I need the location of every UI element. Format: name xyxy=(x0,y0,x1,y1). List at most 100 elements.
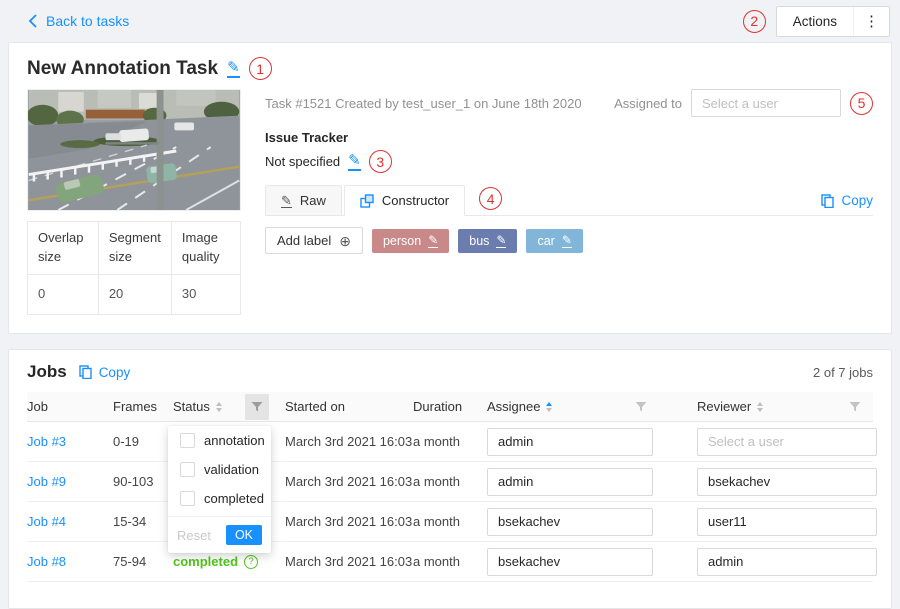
issue-tracker-label: Issue Tracker xyxy=(265,130,873,145)
task-preview-image xyxy=(27,89,241,211)
jobs-count: 2 of 7 jobs xyxy=(813,365,873,380)
assignee-filter-icon[interactable] xyxy=(629,394,653,420)
callout-1: 1 xyxy=(249,57,272,80)
job-9-duration: a month xyxy=(413,474,487,489)
task-title: New Annotation Task xyxy=(27,58,218,80)
job-3-link[interactable]: Job #3 xyxy=(27,434,113,449)
edit-issue-tracker-icon[interactable]: ✎ xyxy=(348,153,361,171)
job-9-link[interactable]: Job #9 xyxy=(27,474,113,489)
task-meta-text: Task #1521 Created by test_user_1 on Jun… xyxy=(265,96,582,111)
label-car-name: car xyxy=(537,234,554,248)
param-header-overlap: Overlap size xyxy=(28,222,99,275)
task-details-card: New Annotation Task ✎ 1 xyxy=(8,42,892,334)
param-value-segment: 20 xyxy=(98,274,171,314)
job-3-assignee-input[interactable] xyxy=(487,428,653,456)
copy-jobs-link[interactable]: Copy xyxy=(79,365,131,380)
filter-option-completed[interactable]: completed xyxy=(168,484,271,513)
filter-option-completed-label: completed xyxy=(204,491,264,506)
tab-constructor[interactable]: Constructor xyxy=(344,185,465,216)
back-to-tasks-link[interactable]: Back to tasks xyxy=(28,13,129,29)
job-3-started: March 3rd 2021 16:03 xyxy=(285,434,413,449)
param-header-quality: Image quality xyxy=(171,222,240,275)
checkbox-validation[interactable] xyxy=(180,462,195,477)
jobs-table: Job Frames Status Started on Duration As… xyxy=(27,392,873,582)
tab-raw[interactable]: ✎ Raw xyxy=(265,185,342,216)
filter-option-annotation[interactable]: annotation xyxy=(168,426,271,455)
copy-labels-link[interactable]: Copy xyxy=(821,193,873,208)
label-chip-person[interactable]: person ✎ xyxy=(372,229,449,253)
copy-icon xyxy=(821,194,834,208)
assigned-to-input[interactable] xyxy=(691,89,841,117)
param-header-segment: Segment size xyxy=(98,222,171,275)
actions-button-label[interactable]: Actions xyxy=(777,7,853,36)
job-8-frames: 75-94 xyxy=(113,554,173,569)
column-assignee: Assignee xyxy=(487,394,697,420)
job-9-started: March 3rd 2021 16:03 xyxy=(285,474,413,489)
filter-option-validation-label: validation xyxy=(204,462,259,477)
jobs-card: Jobs Copy 2 of 7 jobs Job Frames Status … xyxy=(8,349,892,609)
assignee-sorter[interactable] xyxy=(546,402,552,412)
job-3-reviewer-input[interactable] xyxy=(697,428,877,456)
copy-jobs-label: Copy xyxy=(99,365,131,380)
job-8-assignee-input[interactable] xyxy=(487,548,653,576)
job-4-duration: a month xyxy=(413,514,487,529)
column-assignee-label: Assignee xyxy=(487,399,540,414)
column-reviewer-label: Reviewer xyxy=(697,399,751,414)
job-8-link[interactable]: Job #8 xyxy=(27,554,113,569)
param-value-overlap: 0 xyxy=(28,274,99,314)
actions-button[interactable]: Actions ⋮ xyxy=(776,6,890,37)
label-person-name: person xyxy=(383,234,421,248)
edit-task-name-icon[interactable]: ✎ xyxy=(227,60,240,78)
filter-option-validation[interactable]: validation xyxy=(168,455,271,484)
job-row-8: Job #8 75-94 completed ? March 3rd 2021 … xyxy=(27,542,873,582)
back-to-tasks-label: Back to tasks xyxy=(46,13,129,29)
question-circle-icon[interactable]: ? xyxy=(244,555,258,569)
block-icon xyxy=(360,194,374,208)
top-bar: Back to tasks 2 Actions ⋮ xyxy=(0,0,900,42)
job-row-4: Job #4 15-34 March 3rd 2021 16:03 a mont… xyxy=(27,502,873,542)
job-3-duration: a month xyxy=(413,434,487,449)
label-chip-car[interactable]: car ✎ xyxy=(526,229,582,253)
label-chip-bus[interactable]: bus ✎ xyxy=(458,229,517,253)
column-job: Job xyxy=(27,399,113,414)
chevron-left-icon xyxy=(28,14,37,28)
job-4-frames: 15-34 xyxy=(113,514,173,529)
column-duration: Duration xyxy=(413,399,487,414)
filter-reset-button[interactable]: Reset xyxy=(177,528,211,543)
checkbox-annotation[interactable] xyxy=(180,433,195,448)
callout-5: 5 xyxy=(850,92,873,115)
reviewer-sorter[interactable] xyxy=(757,402,763,412)
column-status-label: Status xyxy=(173,399,210,414)
plus-circle-icon: ⊕ xyxy=(339,234,351,248)
edit-label-car-icon[interactable]: ✎ xyxy=(562,234,572,248)
tab-constructor-label: Constructor xyxy=(382,193,449,208)
add-label-button[interactable]: Add label ⊕ xyxy=(265,227,363,254)
labels-tabs-bar: ✎ Raw Constructor 4 C xyxy=(265,185,873,216)
jobs-table-header: Job Frames Status Started on Duration As… xyxy=(27,392,873,422)
column-status: Status xyxy=(173,394,285,420)
job-8-status-label: completed xyxy=(173,554,238,569)
job-9-reviewer-input[interactable] xyxy=(697,468,877,496)
status-filter-dropdown: annotation validation completed Reset OK xyxy=(168,426,271,553)
status-filter-icon[interactable] xyxy=(245,394,269,420)
copy-icon xyxy=(79,365,92,379)
edit-label-bus-icon[interactable]: ✎ xyxy=(496,234,506,248)
job-4-assignee-input[interactable] xyxy=(487,508,653,536)
reviewer-filter-icon[interactable] xyxy=(843,394,867,420)
job-9-frames: 90-103 xyxy=(113,474,173,489)
job-row-9: Job #9 90-103 March 3rd 2021 16:03 a mon… xyxy=(27,462,873,502)
job-9-assignee-input[interactable] xyxy=(487,468,653,496)
job-4-link[interactable]: Job #4 xyxy=(27,514,113,529)
issue-tracker-value: Not specified xyxy=(265,154,340,169)
status-sorter[interactable] xyxy=(216,402,222,412)
column-started: Started on xyxy=(285,399,413,414)
callout-2: 2 xyxy=(743,10,766,33)
edit-label-person-icon[interactable]: ✎ xyxy=(428,234,438,248)
job-8-started: March 3rd 2021 16:03 xyxy=(285,554,413,569)
more-dots-icon[interactable]: ⋮ xyxy=(853,7,889,36)
job-8-reviewer-input[interactable] xyxy=(697,548,877,576)
filter-ok-button[interactable]: OK xyxy=(226,525,262,545)
assigned-to-label: Assigned to xyxy=(614,96,682,111)
job-4-reviewer-input[interactable] xyxy=(697,508,877,536)
checkbox-completed[interactable] xyxy=(180,491,195,506)
